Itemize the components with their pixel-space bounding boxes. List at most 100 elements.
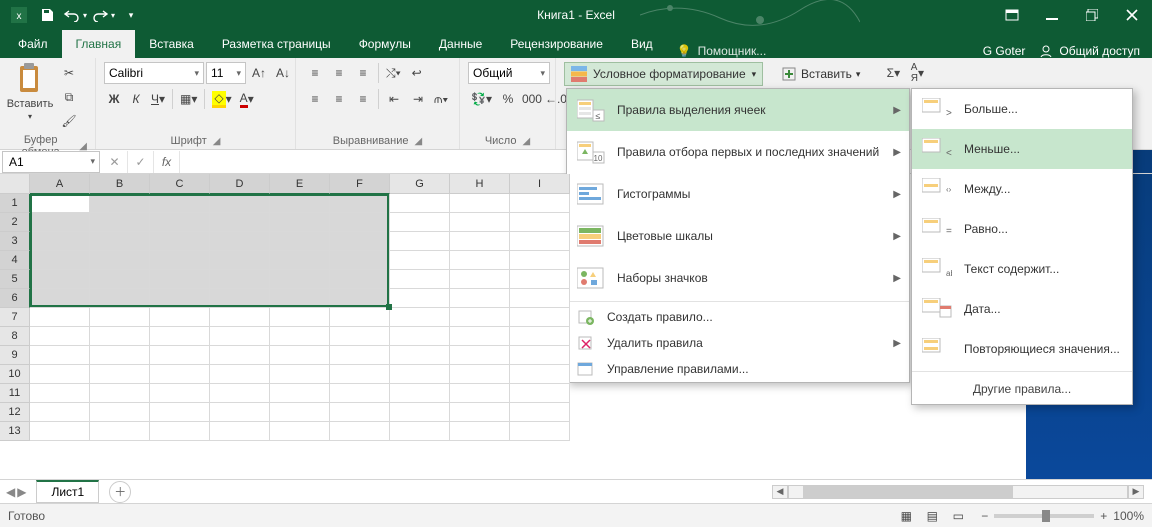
cell[interactable] <box>330 422 390 441</box>
cell[interactable] <box>390 232 450 251</box>
row-header[interactable]: 10 <box>0 365 30 384</box>
cell[interactable] <box>150 194 210 213</box>
page-break-view-button[interactable]: ▭ <box>947 505 969 527</box>
row-header[interactable]: 2 <box>0 213 30 232</box>
align-top-button[interactable]: ≡ <box>304 62 326 84</box>
cell[interactable] <box>330 194 390 213</box>
fill-handle[interactable] <box>386 304 392 310</box>
cell[interactable] <box>390 422 450 441</box>
cell[interactable] <box>150 232 210 251</box>
cell[interactable] <box>90 213 150 232</box>
cell[interactable] <box>330 251 390 270</box>
row-header[interactable]: 7 <box>0 308 30 327</box>
bold-button[interactable]: Ж <box>104 88 124 110</box>
account-name[interactable]: G Goter <box>983 44 1026 58</box>
cell[interactable] <box>450 346 510 365</box>
cell[interactable] <box>270 327 330 346</box>
cell[interactable] <box>270 232 330 251</box>
cell[interactable] <box>210 327 270 346</box>
cell[interactable] <box>270 251 330 270</box>
row-header[interactable]: 9 <box>0 346 30 365</box>
cell[interactable] <box>150 308 210 327</box>
column-header[interactable]: A <box>30 174 90 194</box>
cell[interactable] <box>450 384 510 403</box>
cell[interactable] <box>30 346 90 365</box>
align-center-button[interactable]: ≡ <box>328 88 350 110</box>
font-color-button[interactable]: A▾ <box>237 88 257 110</box>
cell[interactable] <box>450 289 510 308</box>
decrease-font-button[interactable]: A↓ <box>272 62 294 84</box>
column-header[interactable]: F <box>330 174 390 194</box>
tab-data[interactable]: Данные <box>425 30 496 58</box>
cell[interactable] <box>150 251 210 270</box>
cell[interactable] <box>330 270 390 289</box>
cell[interactable] <box>330 213 390 232</box>
scroll-right-arrow[interactable]: ▶ <box>1128 485 1144 499</box>
cell[interactable] <box>270 289 330 308</box>
insert-cells-button[interactable]: Вставить▾ <box>774 62 867 86</box>
cell[interactable] <box>210 403 270 422</box>
restore-button[interactable] <box>1072 0 1112 30</box>
cell[interactable] <box>210 251 270 270</box>
tab-home[interactable]: Главная <box>62 30 136 58</box>
cell[interactable] <box>270 422 330 441</box>
align-left-button[interactable]: ≡ <box>304 88 326 110</box>
cell[interactable] <box>90 308 150 327</box>
column-header[interactable]: H <box>450 174 510 194</box>
scroll-thumb[interactable] <box>803 486 1013 498</box>
cell[interactable] <box>90 194 150 213</box>
row-header[interactable]: 3 <box>0 232 30 251</box>
cancel-edit-button[interactable]: ✕ <box>102 151 128 173</box>
cell[interactable] <box>330 384 390 403</box>
hl-rule-item[interactable]: >Больше... <box>912 89 1132 129</box>
insert-function-button[interactable]: fx <box>154 151 180 173</box>
merge-center-button[interactable]: ⫙▾ <box>431 88 451 110</box>
cell[interactable] <box>450 251 510 270</box>
cell[interactable] <box>270 384 330 403</box>
cell[interactable] <box>210 384 270 403</box>
minimize-button[interactable] <box>1032 0 1072 30</box>
percent-format-button[interactable]: % <box>497 88 519 110</box>
column-header[interactable]: E <box>270 174 330 194</box>
name-box[interactable]: A1 <box>2 151 100 173</box>
cell[interactable] <box>330 289 390 308</box>
cell[interactable] <box>390 308 450 327</box>
close-button[interactable] <box>1112 0 1152 30</box>
font-launcher[interactable]: ◢ <box>213 136 221 147</box>
tab-view[interactable]: Вид <box>617 30 667 58</box>
cell[interactable] <box>30 327 90 346</box>
tab-file[interactable]: Файл <box>4 30 62 58</box>
column-header[interactable]: B <box>90 174 150 194</box>
tab-page-layout[interactable]: Разметка страницы <box>208 30 345 58</box>
tab-review[interactable]: Рецензирование <box>496 30 617 58</box>
cell[interactable] <box>510 213 570 232</box>
cell[interactable] <box>330 346 390 365</box>
cell[interactable] <box>210 346 270 365</box>
increase-indent-button[interactable]: ⇥ <box>407 88 429 110</box>
cell[interactable] <box>510 346 570 365</box>
cell[interactable] <box>30 403 90 422</box>
borders-button[interactable]: ▦▾ <box>177 88 200 110</box>
cell[interactable] <box>450 308 510 327</box>
row-header[interactable]: 12 <box>0 403 30 422</box>
cell[interactable] <box>510 327 570 346</box>
scroll-left-arrow[interactable]: ◀ <box>772 485 788 499</box>
row-header[interactable]: 8 <box>0 327 30 346</box>
cell[interactable] <box>390 346 450 365</box>
conditional-formatting-button[interactable]: Условное форматирование ▾ <box>564 62 763 86</box>
cell[interactable] <box>30 213 90 232</box>
cell[interactable] <box>390 213 450 232</box>
cell[interactable] <box>510 384 570 403</box>
increase-font-button[interactable]: A↑ <box>248 62 270 84</box>
cell[interactable] <box>210 289 270 308</box>
cell[interactable] <box>150 365 210 384</box>
redo-button[interactable]: ▾ <box>90 2 116 28</box>
cell[interactable] <box>210 422 270 441</box>
cell[interactable] <box>270 365 330 384</box>
cell[interactable] <box>510 270 570 289</box>
cell[interactable] <box>90 289 150 308</box>
comma-format-button[interactable]: 000 <box>521 88 543 110</box>
cell[interactable] <box>30 422 90 441</box>
cell[interactable] <box>150 384 210 403</box>
cell[interactable] <box>90 403 150 422</box>
